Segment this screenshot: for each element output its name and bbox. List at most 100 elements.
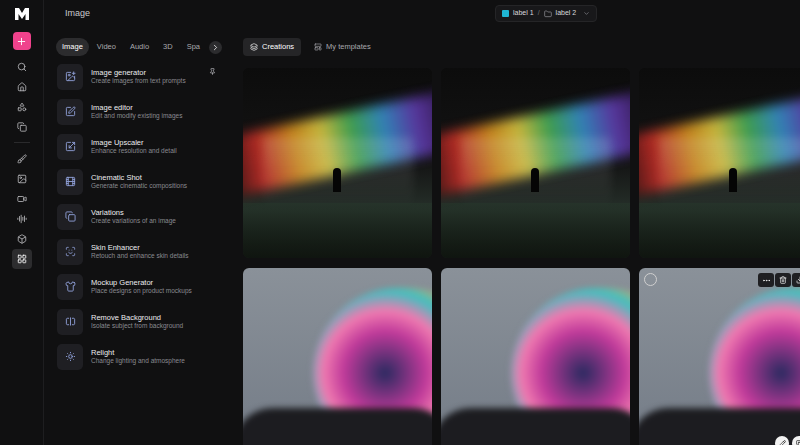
- tool-icon: [65, 176, 76, 187]
- tool-icon-box: [57, 274, 83, 300]
- tool-item[interactable]: VariationsCreate variations of an image: [56, 199, 222, 234]
- tool-item[interactable]: Skin EnhancerRetouch and enhance skin de…: [56, 234, 222, 269]
- copy-icon: [796, 440, 800, 445]
- rail-separator: [14, 142, 30, 143]
- tool-icon-box: [57, 64, 83, 90]
- creation-card[interactable]: [441, 68, 630, 258]
- tool-icon-box: [57, 134, 83, 160]
- tool-icon: [65, 316, 76, 327]
- rail-item[interactable]: [12, 169, 32, 189]
- download-button[interactable]: [792, 273, 800, 287]
- tool-item[interactable]: RelightChange lighting and atmosphere: [56, 339, 222, 374]
- tool-icon-box: [57, 239, 83, 265]
- page-title: Image: [65, 7, 90, 21]
- tools-tab[interactable]: 3D: [157, 38, 179, 56]
- tool-icon-box: [57, 169, 83, 195]
- gallery-tab[interactable]: Creations: [243, 38, 301, 56]
- rail-item-icon: [17, 234, 27, 244]
- more-button[interactable]: [758, 273, 774, 287]
- tool-description: Change lighting and atmosphere: [91, 357, 222, 365]
- tab-icon: [314, 43, 322, 51]
- tool-icon-box: [57, 309, 83, 335]
- rail-item[interactable]: [12, 97, 32, 117]
- tool-item[interactable]: Image generatorCreate images from text p…: [56, 59, 222, 94]
- creation-card[interactable]: [243, 68, 432, 258]
- tool-item[interactable]: Mockup GeneratorPlace designs on product…: [56, 269, 222, 304]
- tool-icon-box: [57, 344, 83, 370]
- download-icon: [796, 276, 800, 284]
- tool-description: Retouch and enhance skin details: [91, 252, 222, 260]
- tools-tab[interactable]: Video: [91, 38, 122, 56]
- delete-button[interactable]: [775, 273, 791, 287]
- rail-item-icon: [17, 122, 27, 132]
- tool-description: Create variations of an image: [91, 217, 222, 225]
- tools-tab[interactable]: Audio: [124, 38, 155, 56]
- chevron-right-icon: [211, 43, 220, 52]
- rail-item[interactable]: [12, 57, 32, 77]
- rail-item-icon: [17, 214, 27, 224]
- rail-item-icon: [17, 154, 27, 164]
- creation-card[interactable]: [639, 68, 800, 258]
- bubble-photo: [243, 268, 432, 445]
- chevron-down-icon: [583, 10, 590, 17]
- tools-tab[interactable]: Image: [56, 38, 89, 56]
- rail-item[interactable]: [12, 229, 32, 249]
- tab-icon: [250, 43, 258, 51]
- tool-title: Skin Enhancer: [91, 243, 222, 252]
- rail-item[interactable]: [12, 249, 32, 269]
- tools-tab[interactable]: Spa: [181, 38, 206, 56]
- rail-item[interactable]: [12, 117, 32, 137]
- tool-title: Remove Background: [91, 313, 222, 322]
- tools-tabs: ImageVideoAudio3DSpa: [56, 38, 222, 56]
- breadcrumb-separator: /: [538, 8, 540, 19]
- bubble-photo: [441, 268, 630, 445]
- edit-button[interactable]: [775, 436, 789, 445]
- creation-card[interactable]: [639, 268, 800, 445]
- spectrum-photo: [639, 68, 800, 258]
- tool-title: Relight: [91, 348, 222, 357]
- tool-title: Cinematic Shot: [91, 173, 222, 182]
- tool-icon: [65, 71, 76, 82]
- creations-grid: [243, 68, 800, 445]
- label-color-icon: [502, 10, 509, 17]
- logo-icon[interactable]: [14, 7, 30, 21]
- pin-icon[interactable]: [209, 68, 216, 75]
- tool-icon-box: [57, 204, 83, 230]
- rail-item-icon: [17, 174, 27, 184]
- rail-item[interactable]: [12, 77, 32, 97]
- new-button[interactable]: [13, 32, 31, 50]
- tool-item[interactable]: Image UpscalerEnhance resolution and det…: [56, 129, 222, 164]
- select-checkbox[interactable]: [644, 273, 657, 286]
- breadcrumb[interactable]: label 1 / label 2: [495, 5, 597, 22]
- tool-title: Image Upscaler: [91, 138, 222, 147]
- tool-icon: [65, 141, 76, 152]
- app: Imagelabel 1/label 2ImageVideoAudio3DSpa…: [0, 0, 800, 445]
- copy-button[interactable]: [792, 436, 800, 445]
- tool-item[interactable]: Image editorEdit and modify existing ima…: [56, 94, 222, 129]
- gallery-tabs: Creations My templates: [243, 38, 800, 56]
- breadcrumb-item[interactable]: label 2: [556, 8, 577, 19]
- icon-rail: [0, 0, 44, 445]
- rail-item-icon: [17, 102, 27, 112]
- tool-item[interactable]: Remove BackgroundIsolate subject from ba…: [56, 304, 222, 339]
- creation-card[interactable]: [243, 268, 432, 445]
- rail-item[interactable]: [12, 149, 32, 169]
- bubble-photo: [639, 268, 800, 445]
- tool-title: Image editor: [91, 103, 222, 112]
- creation-card[interactable]: [441, 268, 630, 445]
- tool-icon: [65, 106, 76, 117]
- tool-description: Place designs on product mockups: [91, 287, 222, 295]
- breadcrumb-item[interactable]: label 1: [513, 8, 534, 19]
- tool-item[interactable]: Cinematic ShotGenerate cinematic composi…: [56, 164, 222, 199]
- rail-item[interactable]: [12, 189, 32, 209]
- rail-item-icon: [17, 194, 27, 204]
- tools-list: Image generatorCreate images from text p…: [56, 59, 222, 374]
- tool-description: Generate cinematic compositions: [91, 182, 222, 190]
- tool-icon: [65, 351, 76, 362]
- tabs-next-button[interactable]: [209, 41, 222, 54]
- tool-icon-box: [57, 99, 83, 125]
- rail-item-icon: [17, 62, 27, 72]
- rail-item[interactable]: [12, 209, 32, 229]
- spectrum-photo: [441, 68, 630, 258]
- gallery-tab[interactable]: My templates: [307, 38, 378, 56]
